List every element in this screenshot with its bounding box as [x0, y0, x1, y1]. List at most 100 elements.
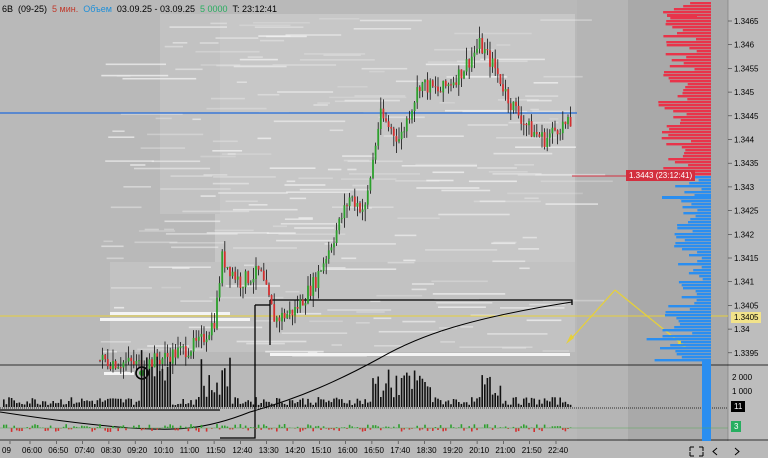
volume-bar [190, 400, 192, 407]
candle-body [197, 336, 200, 341]
timeframe-label[interactable]: 5 мин. [52, 4, 78, 14]
delta-bar [122, 425, 125, 428]
heatmap-level [488, 171, 528, 173]
candle-body [489, 50, 491, 67]
candle-body [431, 80, 434, 87]
delta-bar [224, 425, 226, 428]
candle-body [533, 132, 536, 137]
heatmap-level [524, 197, 539, 200]
bid-profile-bar [662, 131, 711, 134]
volume-bar [229, 357, 231, 407]
ask-profile-bar [676, 317, 711, 320]
delta-bar [55, 428, 57, 432]
delta-bar [517, 428, 520, 432]
heatmap-level [313, 104, 328, 106]
volume-bar [135, 401, 138, 407]
candle-body [333, 243, 335, 248]
volume-bar [439, 400, 442, 407]
ask-profile-bar [662, 335, 711, 338]
heatmap-level [232, 208, 298, 211]
volume-bar [468, 404, 470, 407]
ask-profile-bar [675, 185, 711, 188]
delta-bar [416, 425, 418, 428]
ask-profile-bar [678, 320, 711, 323]
candle-body [158, 360, 161, 365]
candle-body [203, 333, 205, 343]
heatmap-level [425, 63, 475, 66]
volume-bar [112, 398, 114, 407]
candle-body [226, 267, 229, 268]
bid-profile-bar-top [667, 14, 697, 17]
candle-body [502, 84, 504, 92]
delta-bar [533, 428, 535, 432]
mode-label[interactable]: Объем [83, 4, 112, 14]
candle-body [330, 247, 333, 251]
time-label: 06:00 [22, 446, 43, 455]
volume-bar [226, 386, 229, 407]
delta-bar [3, 424, 5, 428]
time-label: T: 23:12:41 [232, 4, 278, 14]
ask-profile-bar [690, 218, 711, 221]
delta-bar [31, 425, 34, 428]
volume-bar [374, 383, 377, 407]
heatmap-level [540, 180, 613, 183]
level-price-tag: 1.3405 [731, 312, 762, 323]
time-label: 17:40 [390, 446, 411, 455]
volume-bar [146, 357, 148, 407]
price-label: 1.34 [734, 325, 750, 334]
candle-body [538, 134, 541, 137]
candle-body [182, 346, 185, 348]
delta-bar [476, 428, 478, 431]
delta-bar [18, 428, 21, 432]
chart-canvas[interactable]: 1.3465 1.346 1.3455 1.345 1.3445 1.344 1.3435 1… [0, 0, 768, 458]
delta-bar [445, 428, 447, 431]
candle-body [353, 196, 356, 207]
volume-bar [164, 380, 166, 407]
candle-body [387, 121, 390, 127]
volume-bar [140, 350, 143, 407]
price-label: 1.344 [734, 136, 755, 145]
delta-bar [151, 428, 153, 431]
candle-body [520, 115, 523, 124]
volume-bar [419, 375, 421, 407]
heatmap-level [402, 320, 436, 323]
heatmap-level [299, 59, 375, 61]
heatmap-level [299, 188, 370, 191]
heatmap-level [188, 326, 263, 329]
heatmap-level [416, 135, 464, 137]
delta-bar [109, 428, 112, 432]
heatmap-level [329, 96, 407, 99]
volume-bar [39, 404, 41, 407]
candle-body [398, 139, 400, 142]
candle-body [234, 271, 237, 280]
volume-bar [208, 375, 210, 407]
delta-bar [117, 428, 119, 432]
volume-bar [380, 397, 382, 407]
heatmap-level [260, 39, 285, 42]
candle-body [356, 203, 359, 207]
heatmap-level [101, 74, 169, 77]
heatmap-level [210, 97, 245, 100]
delta-bar [174, 428, 177, 431]
ask-profile-bar [683, 212, 711, 215]
heatmap-level [514, 164, 534, 166]
heatmap-level [269, 167, 316, 169]
candle-body [512, 101, 515, 111]
volume-bar [484, 384, 486, 407]
heatmap-level [304, 53, 366, 55]
volume-bar [198, 397, 200, 407]
volume-bar [528, 402, 530, 407]
delta-bar [398, 424, 400, 428]
candle-body [369, 177, 372, 191]
heatmap-level [324, 243, 396, 245]
volume-bar [133, 404, 135, 407]
bid-profile-bar [673, 8, 711, 11]
heatmap-level [206, 232, 269, 234]
heatmap-level [355, 322, 370, 324]
candle-body [543, 132, 546, 148]
candle-body [343, 205, 346, 219]
volume-bar [543, 398, 546, 407]
heatmap-level [281, 332, 348, 334]
volume-bar [478, 397, 481, 407]
heatmap-level [359, 19, 422, 22]
